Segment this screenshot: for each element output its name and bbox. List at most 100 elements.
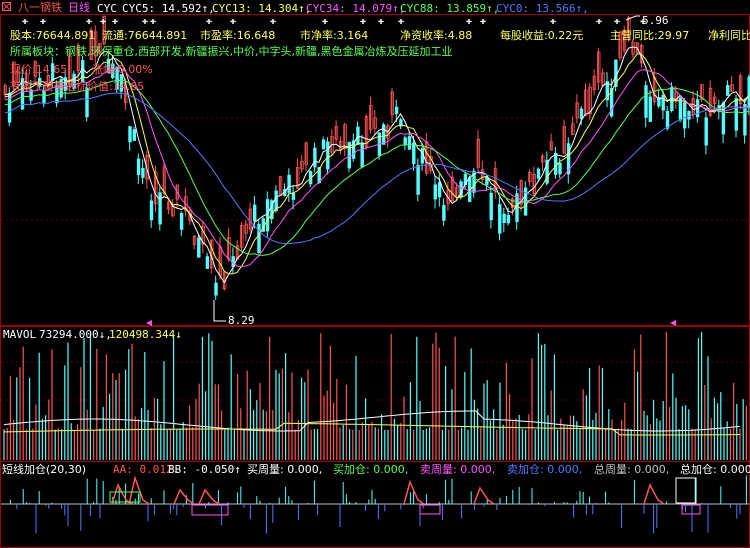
total-cycle-volume: 总周量: 0.000, bbox=[594, 463, 670, 476]
low-price-label: 8.29 bbox=[228, 314, 255, 327]
signal-mark-6: ✚ bbox=[150, 16, 156, 27]
candle-body bbox=[136, 158, 141, 176]
candle-body bbox=[437, 182, 442, 198]
signal-mark-8: ✚ bbox=[230, 16, 236, 27]
candle-body bbox=[734, 98, 738, 131]
candle-body bbox=[579, 108, 584, 119]
volume-title[interactable]: MAVOL bbox=[3, 328, 36, 341]
candle-body bbox=[252, 204, 257, 222]
indicator-signal-3 bbox=[198, 488, 220, 505]
candle-body bbox=[407, 136, 412, 150]
candle-body bbox=[678, 97, 683, 121]
candle-body bbox=[665, 111, 670, 129]
indicator-signal-1 bbox=[128, 475, 150, 505]
sell-add-position: 卖加仓: 0.000, bbox=[507, 463, 583, 476]
bb-value: BB: -0.050↑ bbox=[168, 463, 241, 476]
candle-body bbox=[442, 204, 446, 221]
pb-ratio: 市净率:3.164 bbox=[300, 29, 369, 42]
candle-body bbox=[287, 174, 291, 193]
total-add-position: 总加仓: 0.000, bbox=[680, 463, 750, 476]
candle-body bbox=[321, 139, 326, 150]
period-label[interactable]: 日线 bbox=[68, 1, 90, 14]
indicator-title[interactable]: 短线加仓(20,30) bbox=[2, 463, 86, 476]
high-price-label: 5.96 bbox=[642, 14, 669, 27]
signal-mark-10: ✚ bbox=[322, 16, 328, 27]
price-change: 涨幅:0.00% bbox=[92, 63, 153, 76]
signal-mark-9: ✚ bbox=[270, 16, 276, 27]
candle-body bbox=[291, 192, 296, 200]
sell-cycle-volume: 卖周量: 0.000, bbox=[420, 463, 496, 476]
candle-body bbox=[554, 152, 558, 175]
buy-add-position: 买加仓: 0.000, bbox=[333, 463, 409, 476]
pe-ratio: 市盈率:16.648 bbox=[200, 29, 276, 42]
profit-yoy: 净利同比 bbox=[708, 29, 750, 42]
signal-mark-17: ✚ bbox=[596, 16, 602, 27]
cyc34-value: CYC34: 14.079↑, bbox=[306, 2, 406, 15]
indicator-signal-5 bbox=[473, 486, 495, 505]
signal-mark-18: ✚ bbox=[614, 16, 620, 27]
eps: 每股收益:0.22元 bbox=[500, 29, 584, 42]
candle-body bbox=[536, 168, 541, 179]
low-marker bbox=[213, 300, 226, 322]
signal-mark-16: ✚ bbox=[550, 16, 556, 27]
signal-mark-5: ✚ bbox=[142, 16, 148, 27]
signal-mark-13: ✚ bbox=[398, 16, 404, 27]
roe: 净资收率:4.88 bbox=[400, 29, 473, 42]
candle-body bbox=[661, 94, 665, 111]
cyc88-value: CYC88: 13.859↑, bbox=[400, 2, 500, 15]
cyc0-value: CYC0: 13.566↑, bbox=[496, 2, 589, 15]
cyc88-line bbox=[4, 79, 750, 256]
candle-body bbox=[743, 103, 747, 136]
sell-box-2 bbox=[681, 504, 701, 515]
candle-body bbox=[648, 96, 652, 122]
signal-mark-12: ✚ bbox=[378, 16, 384, 27]
candle-body bbox=[179, 212, 184, 230]
cyc34-line bbox=[4, 67, 750, 268]
candle-body bbox=[274, 190, 278, 211]
candle-body bbox=[489, 192, 493, 221]
candle-body bbox=[498, 204, 502, 234]
candle-body bbox=[394, 106, 399, 114]
candle-body bbox=[197, 237, 201, 258]
candle-body bbox=[704, 117, 708, 146]
cyc13-value: CYC13: 14.304↑, bbox=[212, 2, 312, 15]
close-icon[interactable] bbox=[2, 2, 11, 11]
stock-chart-window: ✚ ✚ ✚ ✚ ✚ ✚ ✚ ✚ ✚ ✚ ✚ ✚ ✚ ✚ ✚ ✚ ✚ ✚ ✚ ✚ 八一钢铁 日线 CYC CYC5: 1… bbox=[0, 0, 750, 548]
volume-ma2: 120498.344↓ bbox=[109, 328, 182, 341]
signal-mark-3: ✚ bbox=[100, 16, 106, 27]
float-shares: 流通:76644.891 bbox=[102, 29, 188, 42]
target-note: 有效下财务达标价值:14.65 bbox=[10, 80, 145, 93]
candle-body bbox=[403, 137, 407, 145]
candle-body bbox=[644, 85, 648, 118]
signal-mark-2: ✚ bbox=[86, 16, 92, 27]
indicator-signal-6 bbox=[643, 483, 665, 505]
stock-name: 八一钢铁 bbox=[18, 1, 62, 14]
signal-mark-15: ✚ bbox=[480, 16, 486, 27]
candle-body bbox=[158, 192, 162, 225]
candle-body bbox=[360, 142, 364, 168]
signal-mark-7: ✚ bbox=[206, 16, 212, 27]
sell-box-0 bbox=[191, 504, 229, 516]
total-box bbox=[675, 477, 697, 504]
candle-body bbox=[141, 167, 145, 178]
candle-body bbox=[257, 223, 261, 254]
candle-body bbox=[149, 200, 154, 221]
indicator-name[interactable]: CYC bbox=[97, 2, 117, 15]
candle-body bbox=[313, 147, 317, 168]
candle-body bbox=[558, 162, 562, 175]
candle-body bbox=[381, 124, 386, 145]
indicator-signal-2 bbox=[173, 488, 195, 505]
cyc0-line bbox=[4, 92, 749, 245]
candle-body bbox=[683, 102, 687, 129]
current-price: 现价:14.65 bbox=[10, 63, 68, 76]
volume-ma1: 73294.000↓, bbox=[39, 328, 112, 341]
signal-mark-0: ✚ bbox=[22, 16, 28, 27]
candle-body bbox=[356, 126, 360, 145]
candle-body bbox=[205, 256, 210, 269]
candle-body bbox=[214, 282, 218, 296]
candle-body bbox=[687, 110, 691, 120]
candle-body bbox=[412, 142, 416, 165]
revenue-yoy: 主营同比:29.97 bbox=[610, 29, 690, 42]
signal-mark-1: ✚ bbox=[40, 16, 46, 27]
candle-body bbox=[265, 199, 270, 232]
